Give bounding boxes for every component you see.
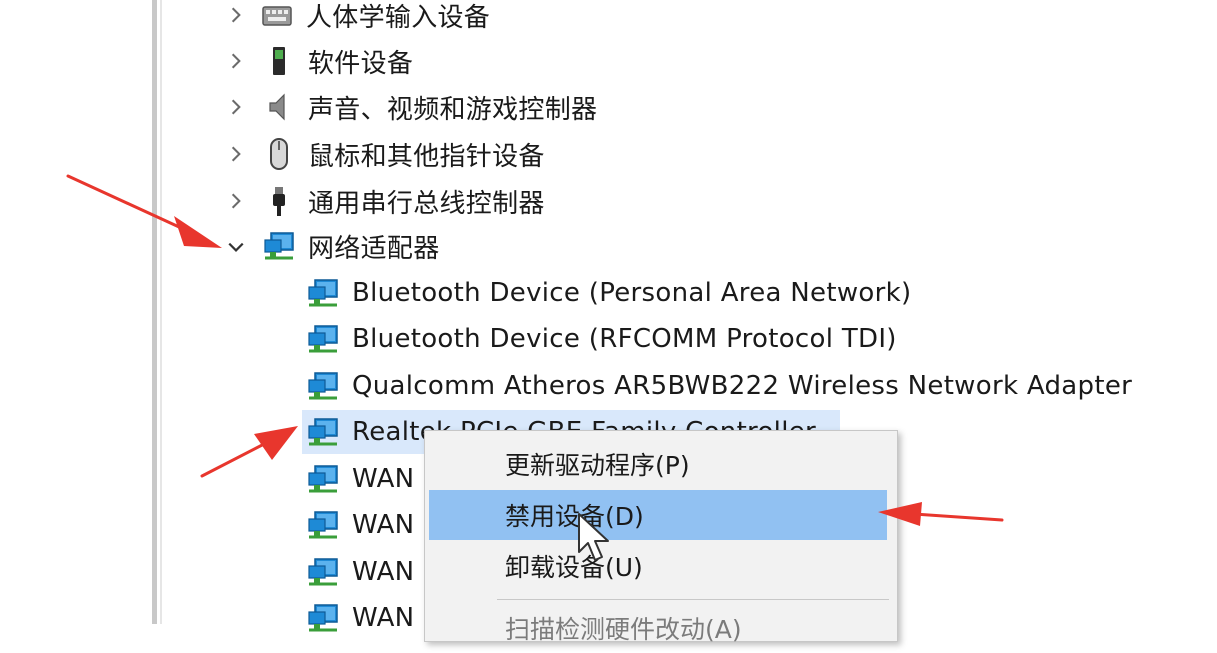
tree-item-network-adapters[interactable]: 网络适配器 xyxy=(262,224,440,268)
tree-item-label: 通用串行总线控制器 xyxy=(308,188,545,219)
network-adapter-icon xyxy=(306,415,340,449)
tree-item-label: WAN xyxy=(352,557,415,587)
expand-chevron-hid[interactable] xyxy=(224,3,248,27)
chevron-right-icon xyxy=(231,53,241,69)
menu-item-label: 禁用设备(D) xyxy=(505,502,644,531)
tree-item-label: 声音、视频和游戏控制器 xyxy=(308,94,598,125)
tree-item-label: Bluetooth Device (Personal Area Network) xyxy=(352,278,912,308)
tree-item-label: 软件设备 xyxy=(308,48,414,79)
expand-chevron-mouse[interactable] xyxy=(224,142,248,166)
tree-item-network-child[interactable]: WAN xyxy=(306,503,414,547)
mouse-pointer-icon xyxy=(578,513,609,561)
network-adapter-icon xyxy=(306,322,340,356)
menu-item-label: 卸载设备(U) xyxy=(505,553,643,582)
tree-item-network-child[interactable]: WAN xyxy=(306,550,414,594)
red-arrow-icon xyxy=(878,502,1004,526)
red-arrow-icon xyxy=(66,174,222,248)
tree-item-label: WAN xyxy=(352,603,415,633)
network-adapter-icon xyxy=(306,508,340,542)
usb-icon xyxy=(262,184,296,218)
hid-keyboard-icon xyxy=(260,0,294,32)
tree-left-border xyxy=(152,0,157,624)
chevron-right-icon xyxy=(231,7,241,23)
network-adapter-icon xyxy=(306,369,340,403)
tree-item-label: WAN xyxy=(352,510,415,540)
menu-item-scan-hardware[interactable]: 扫描检测硬件改动(A) xyxy=(429,603,887,653)
tree-item-software[interactable]: 软件设备 xyxy=(262,39,413,83)
tree-item-label: Bluetooth Device (RFCOMM Protocol TDI) xyxy=(352,324,897,354)
expand-chevron-sound[interactable] xyxy=(224,95,248,119)
speaker-icon xyxy=(262,90,296,124)
tree-left-border-shadow xyxy=(160,0,162,624)
tree-item-sound[interactable]: 声音、视频和游戏控制器 xyxy=(262,85,597,129)
expand-chevron-software[interactable] xyxy=(224,49,248,73)
network-adapter-icon xyxy=(306,276,340,310)
tree-item-network-child[interactable]: WAN xyxy=(306,457,414,501)
chevron-right-icon xyxy=(231,99,241,115)
network-adapter-icon xyxy=(306,601,340,635)
red-arrow-icon xyxy=(200,426,298,478)
chevron-right-icon xyxy=(231,146,241,162)
software-device-icon xyxy=(262,44,296,78)
tree-item-usb[interactable]: 通用串行总线控制器 xyxy=(262,179,545,223)
tree-item-label: 鼠标和其他指针设备 xyxy=(308,141,545,172)
tree-item-label: 网络适配器 xyxy=(308,233,440,264)
tree-item-label: Qualcomm Atheros AR5BWB222 Wireless Netw… xyxy=(352,371,1133,401)
tree-item-label: 人体学输入设备 xyxy=(306,2,491,33)
menu-item-update-driver[interactable]: 更新驱动程序(P) xyxy=(429,439,887,489)
network-adapter-icon xyxy=(306,555,340,589)
menu-item-uninstall-device[interactable]: 卸载设备(U) xyxy=(429,541,887,591)
context-menu: 更新驱动程序(P) 禁用设备(D) 卸载设备(U) 扫描检测硬件改动(A) xyxy=(424,430,898,644)
network-adapter-icon xyxy=(306,462,340,496)
network-adapter-icon xyxy=(262,229,296,263)
mouse-icon xyxy=(262,137,296,171)
tree-item-label: WAN xyxy=(352,464,415,494)
tree-item-network-child[interactable]: WAN xyxy=(306,596,414,640)
menu-separator xyxy=(497,599,889,600)
tree-item-network-child[interactable]: Bluetooth Device (RFCOMM Protocol TDI) xyxy=(306,317,897,361)
tree-item-network-child[interactable]: Qualcomm Atheros AR5BWB222 Wireless Netw… xyxy=(306,364,1132,408)
menu-item-label: 更新驱动程序(P) xyxy=(505,451,690,480)
tree-item-hid[interactable]: 人体学输入设备 xyxy=(260,0,490,37)
tree-item-network-child[interactable]: Bluetooth Device (Personal Area Network) xyxy=(306,271,911,315)
tree-item-mouse[interactable]: 鼠标和其他指针设备 xyxy=(262,132,545,176)
menu-item-disable-device[interactable]: 禁用设备(D) xyxy=(429,490,887,540)
menu-item-label: 扫描检测硬件改动(A) xyxy=(505,615,742,644)
